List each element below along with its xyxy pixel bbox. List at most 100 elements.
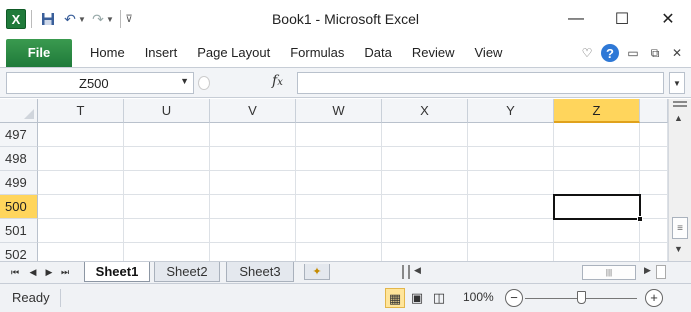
cell-w498[interactable] (296, 147, 382, 171)
cell-u500[interactable] (124, 195, 210, 219)
cell-y499[interactable] (468, 171, 554, 195)
column-header-w[interactable]: W (296, 99, 382, 123)
workbook-restore-icon[interactable]: ⧉ (647, 45, 663, 61)
chevron-down-icon[interactable]: ▼ (180, 76, 189, 86)
cell-y498[interactable] (468, 147, 554, 171)
scroll-down-icon[interactable]: ▼ (674, 244, 683, 254)
cell-offscreen[interactable] (640, 195, 668, 219)
workbook-minimize-icon[interactable]: ▭ (625, 45, 641, 61)
cell-w500[interactable] (296, 195, 382, 219)
page-layout-view-icon[interactable]: ▣ (407, 288, 427, 308)
cell-offscreen[interactable] (640, 243, 668, 261)
tab-home[interactable]: Home (80, 39, 135, 67)
cell-v500[interactable] (210, 195, 296, 219)
row-header-500[interactable]: 500 (0, 195, 38, 219)
close-button[interactable]: ✕ (645, 0, 691, 38)
maximize-button[interactable]: ☐ (599, 0, 645, 38)
sheet-tab-sheet1[interactable]: Sheet1 (84, 262, 150, 282)
cell-w501[interactable] (296, 219, 382, 243)
cell-offscreen[interactable] (640, 171, 668, 195)
insert-function-icon[interactable]: fx (272, 73, 283, 89)
formula-input[interactable] (297, 72, 664, 94)
zoom-in-button[interactable]: + (645, 289, 663, 307)
active-cell-selection[interactable] (553, 194, 641, 220)
cell-t502[interactable] (38, 243, 124, 261)
customize-qat-icon[interactable]: ⊽ (122, 14, 136, 25)
cell-t497[interactable] (38, 123, 124, 147)
help-icon[interactable]: ? (601, 44, 619, 62)
tab-data[interactable]: Data (354, 39, 401, 67)
first-sheet-icon[interactable]: ⏮ (8, 264, 22, 280)
next-sheet-icon[interactable]: ▶ (42, 264, 56, 280)
sheet-tab-sheet2[interactable]: Sheet2 (154, 262, 220, 282)
save-icon[interactable] (37, 8, 59, 30)
cell-offscreen[interactable] (640, 219, 668, 243)
cell-offscreen[interactable] (640, 123, 668, 147)
cell-v499[interactable] (210, 171, 296, 195)
page-break-preview-icon[interactable]: ◫ (429, 288, 449, 308)
cell-z501[interactable] (554, 219, 640, 243)
select-all-corner[interactable] (0, 99, 38, 123)
name-box[interactable]: Z500 ▼ (6, 72, 194, 94)
column-header-z[interactable]: Z (554, 99, 640, 123)
row-header-502[interactable]: 502 (0, 243, 38, 261)
cell-z498[interactable] (554, 147, 640, 171)
cell-w502[interactable] (296, 243, 382, 261)
cell-y497[interactable] (468, 123, 554, 147)
column-header-x[interactable]: X (382, 99, 468, 123)
scroll-right-icon[interactable]: ▶ (644, 265, 651, 276)
cell-t498[interactable] (38, 147, 124, 171)
tab-formulas[interactable]: Formulas (280, 39, 354, 67)
prev-sheet-icon[interactable]: ◀ (26, 264, 40, 280)
zoom-slider-thumb[interactable] (577, 291, 586, 304)
cell-z499[interactable] (554, 171, 640, 195)
cell-y501[interactable] (468, 219, 554, 243)
last-sheet-icon[interactable]: ⏭ (58, 264, 72, 280)
vertical-scroll-thumb[interactable]: ≡ (672, 217, 688, 239)
cell-offscreen[interactable] (640, 147, 668, 171)
fill-handle[interactable] (637, 216, 643, 222)
cell-y500[interactable] (468, 195, 554, 219)
row-header-498[interactable]: 498 (0, 147, 38, 171)
undo-dropdown-icon[interactable]: ▼ (77, 15, 87, 24)
cell-u501[interactable] (124, 219, 210, 243)
worksheet-grid[interactable]: T U V W X Y Z 497 498 499 500 501 502 (0, 99, 668, 261)
cell-v502[interactable] (210, 243, 296, 261)
column-header-u[interactable]: U (124, 99, 210, 123)
horizontal-scroll-thumb[interactable]: ||| (582, 265, 636, 280)
minimize-button[interactable]: — (553, 0, 599, 38)
cell-u499[interactable] (124, 171, 210, 195)
normal-view-icon[interactable]: ▦ (385, 288, 405, 308)
column-header-t[interactable]: T (38, 99, 124, 123)
cell-v498[interactable] (210, 147, 296, 171)
cell-u497[interactable] (124, 123, 210, 147)
cell-z497[interactable] (554, 123, 640, 147)
tab-view[interactable]: View (465, 39, 513, 67)
cell-x500[interactable] (382, 195, 468, 219)
tab-page-layout[interactable]: Page Layout (187, 39, 280, 67)
scroll-left-icon[interactable]: ◀ (414, 265, 421, 276)
insert-sheet-icon[interactable]: ✦ (304, 264, 330, 280)
tab-insert[interactable]: Insert (135, 39, 188, 67)
cell-w497[interactable] (296, 123, 382, 147)
expand-formula-bar-icon[interactable]: ▼ (669, 72, 685, 94)
formula-bar-resize-handle[interactable] (198, 76, 210, 90)
tab-file[interactable]: File (6, 38, 72, 67)
zoom-out-button[interactable]: − (505, 289, 523, 307)
cell-x502[interactable] (382, 243, 468, 261)
redo-dropdown-icon[interactable]: ▼ (105, 15, 115, 24)
row-header-497[interactable]: 497 (0, 123, 38, 147)
cell-x501[interactable] (382, 219, 468, 243)
cell-t501[interactable] (38, 219, 124, 243)
vertical-scrollbar[interactable]: ▲ ≡ ▼ (668, 99, 691, 261)
column-header-v[interactable]: V (210, 99, 296, 123)
cell-y502[interactable] (468, 243, 554, 261)
cell-x499[interactable] (382, 171, 468, 195)
row-header-501[interactable]: 501 (0, 219, 38, 243)
cell-v497[interactable] (210, 123, 296, 147)
tab-review[interactable]: Review (402, 39, 465, 67)
vertical-split-handle[interactable] (673, 101, 687, 107)
tab-split-handle[interactable] (402, 265, 410, 279)
cell-x497[interactable] (382, 123, 468, 147)
row-header-499[interactable]: 499 (0, 171, 38, 195)
